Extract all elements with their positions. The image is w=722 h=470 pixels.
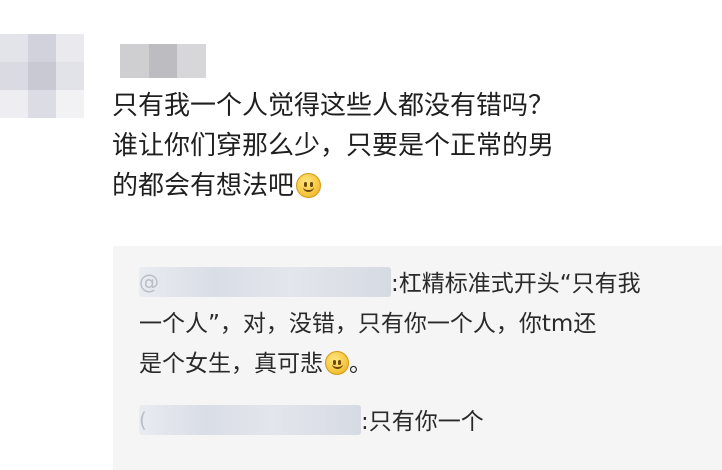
smile-emoji-icon bbox=[325, 351, 349, 375]
comment-line: 只有我一个人觉得这些人都没有错吗？ bbox=[112, 91, 555, 121]
mention-prefix: ( bbox=[139, 408, 147, 432]
reply-author[interactable]: @ bbox=[139, 267, 391, 297]
reply-item: ( :只有你一个 bbox=[139, 404, 484, 444]
smile-emoji-icon bbox=[296, 173, 322, 198]
reply-line: 一个人”，对，没错，只有你一个人，你tm还 bbox=[139, 311, 597, 337]
reply-line: @ :杠精标准式开头“只有我 bbox=[139, 266, 641, 306]
username[interactable] bbox=[120, 44, 206, 78]
comment-line-text: 的都会有想法吧 bbox=[112, 171, 295, 201]
reply-item: @ :杠精标准式开头“只有我 一个人”，对，没错，只有你一个人，你tm还 是个女生… bbox=[139, 266, 641, 386]
comment-line: 谁让你们穿那么少，只要是个正常的男 bbox=[112, 131, 555, 161]
reply-line: 是个女生，真可悲。 bbox=[139, 346, 641, 386]
comment-line: 的都会有想法吧 bbox=[112, 166, 672, 206]
reply-line: ( :只有你一个 bbox=[139, 404, 484, 444]
replies-container: @ :杠精标准式开头“只有我 一个人”，对，没错，只有你一个人，你tm还 是个女生… bbox=[113, 246, 722, 470]
reply-text: :杠精标准式开头“只有我 bbox=[391, 271, 641, 297]
reply-text: :只有你一个 bbox=[361, 409, 484, 435]
comment-body: 只有我一个人觉得这些人都没有错吗？ 谁让你们穿那么少，只要是个正常的男 的都会有… bbox=[112, 86, 672, 206]
mention-prefix: @ bbox=[139, 270, 159, 294]
reply-text-tail: 。 bbox=[349, 351, 372, 377]
reply-author[interactable]: ( bbox=[139, 405, 361, 435]
reply-text: 是个女生，真可悲 bbox=[139, 351, 323, 377]
avatar[interactable] bbox=[0, 34, 84, 118]
